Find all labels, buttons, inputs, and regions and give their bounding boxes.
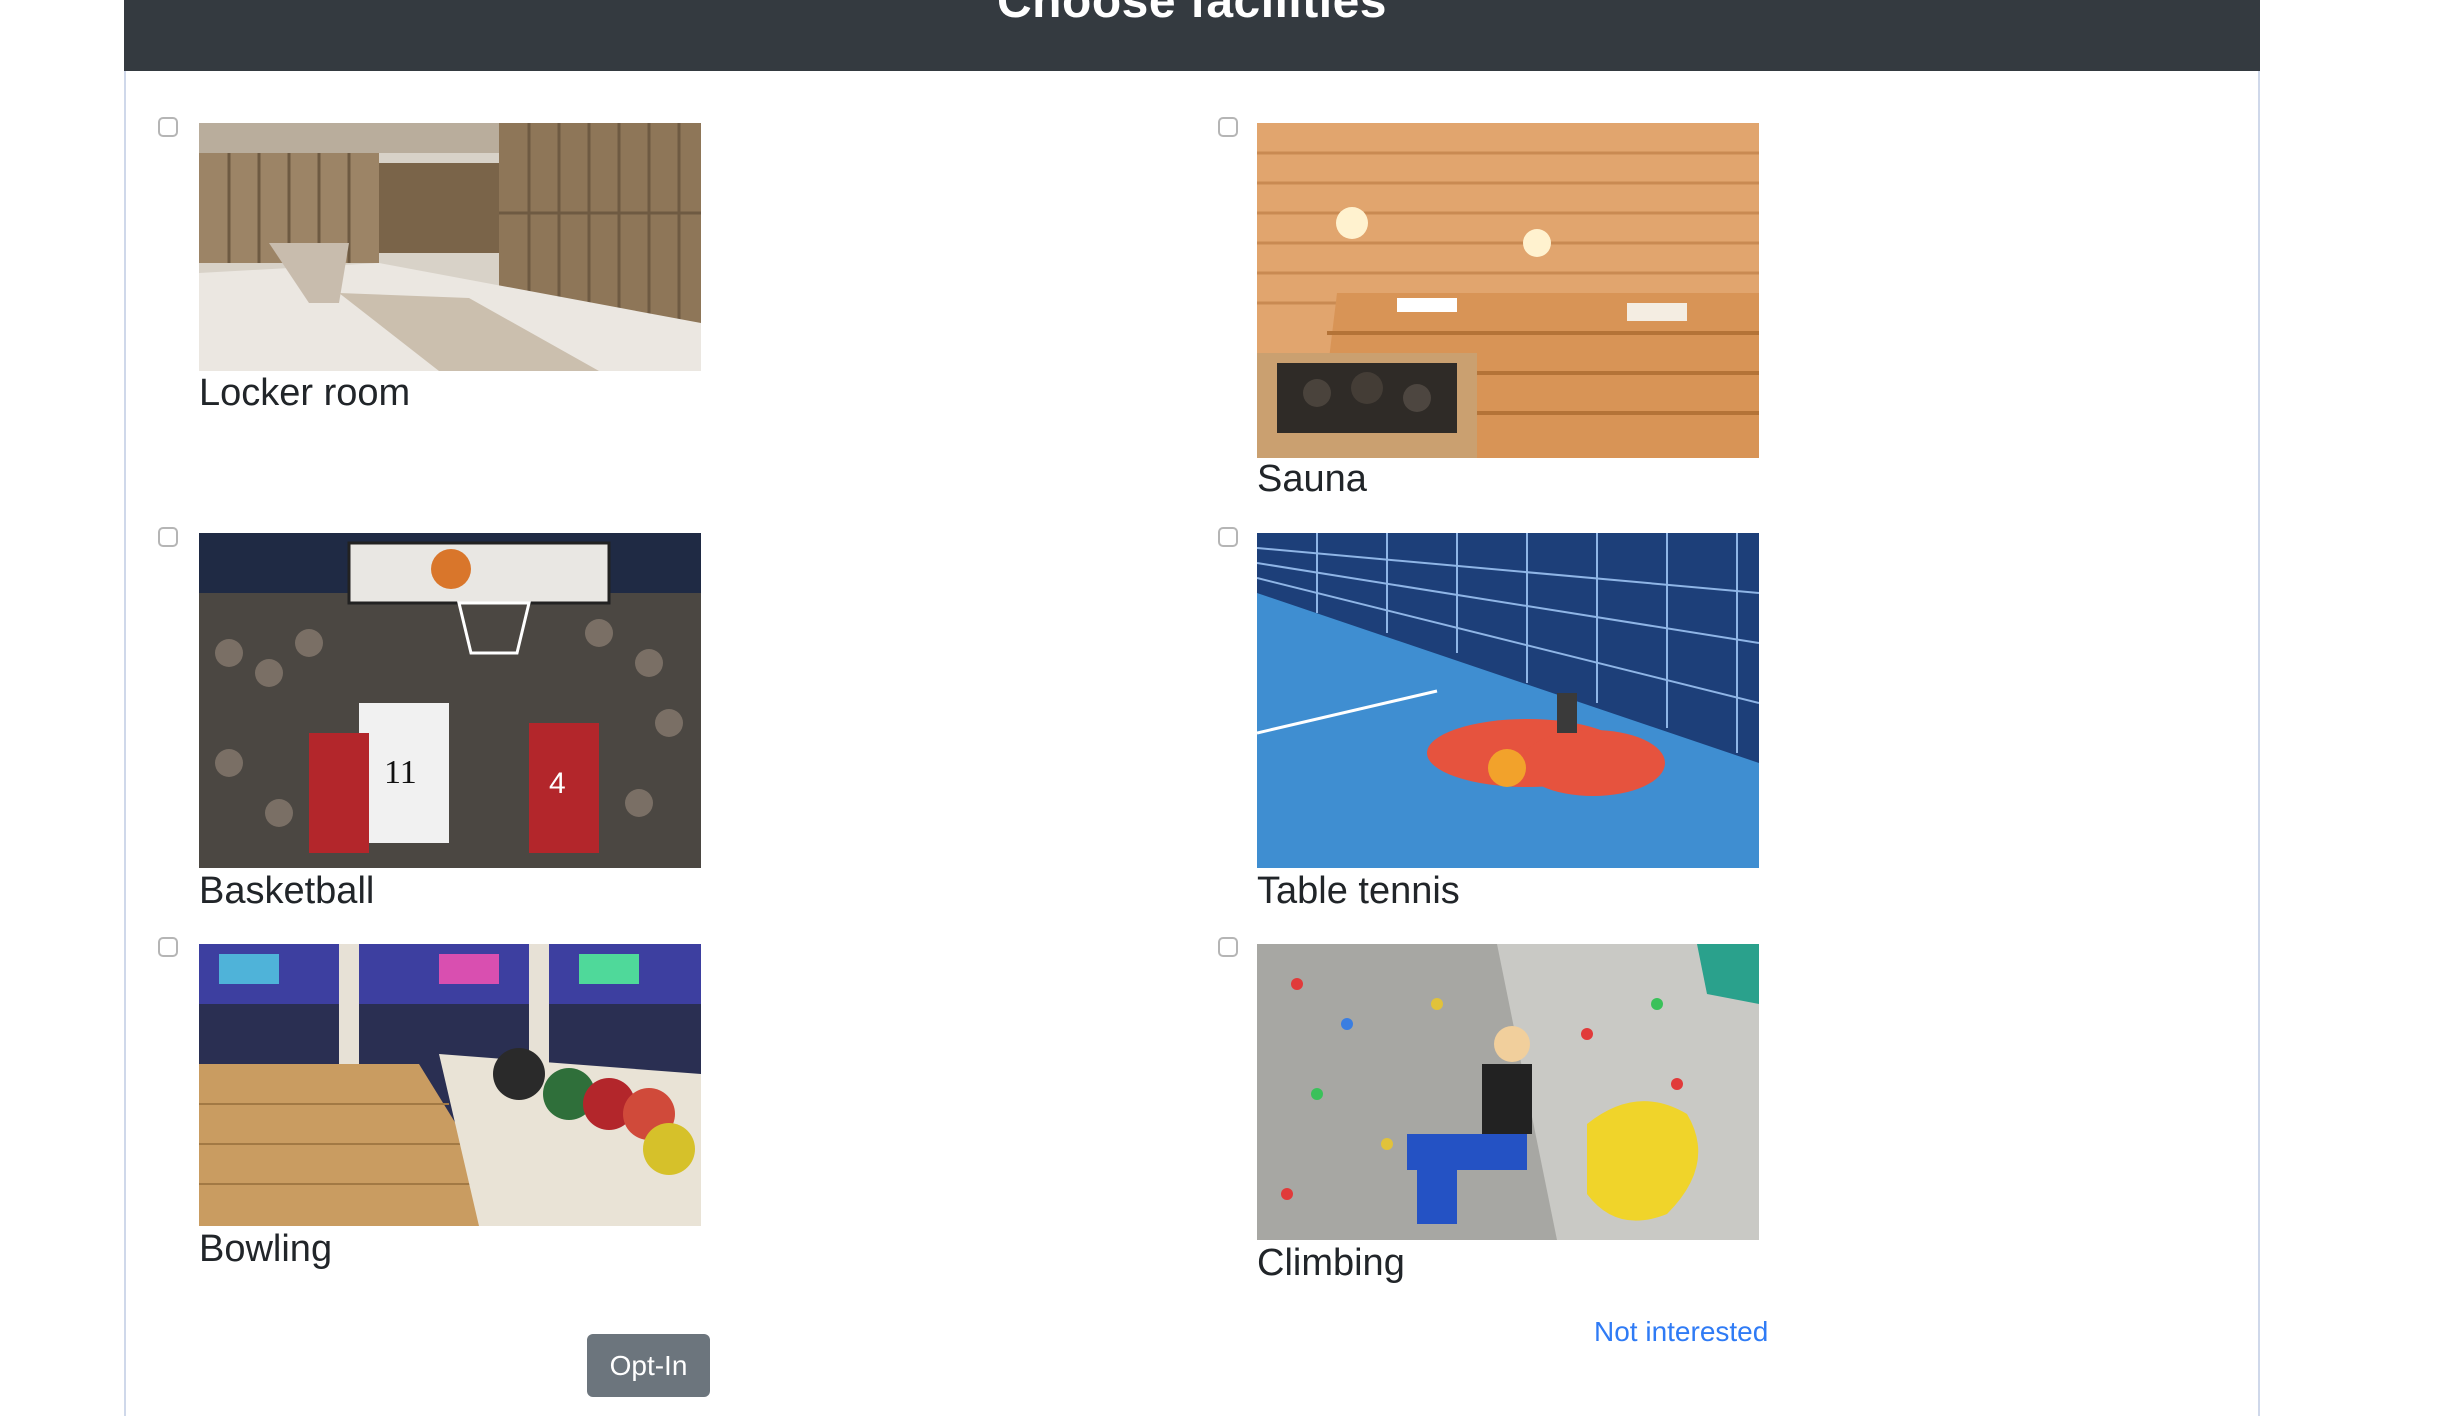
bowling-image [199,944,701,1226]
climbing-label: Climbing [1257,1242,1405,1284]
table-tennis-image [1257,533,1759,868]
basketball-image: 11 4 [199,533,701,868]
sauna-checkbox[interactable] [1218,117,1238,137]
table-tennis-label: Table tennis [1257,870,1460,912]
page-title: Choose facilities [997,0,1387,28]
opt-in-button[interactable]: Opt-In [587,1334,710,1397]
page-header: Choose facilities [124,0,2260,71]
locker-room-label: Locker room [199,372,411,414]
locker-room-image [199,123,701,371]
not-interested-link[interactable]: Not interested [1594,1316,1768,1348]
basketball-label: Basketball [199,870,375,912]
svg-text:4: 4 [549,767,566,800]
bowling-label: Bowling [199,1228,333,1270]
bowling-checkbox[interactable] [158,937,178,957]
svg-text:11: 11 [384,754,417,791]
locker-room-checkbox[interactable] [158,117,178,137]
sauna-image [1257,123,1759,458]
climbing-checkbox[interactable] [1218,937,1238,957]
basketball-checkbox[interactable] [158,527,178,547]
table-tennis-checkbox[interactable] [1218,527,1238,547]
climbing-image [1257,944,1759,1240]
sauna-label: Sauna [1257,458,1367,500]
